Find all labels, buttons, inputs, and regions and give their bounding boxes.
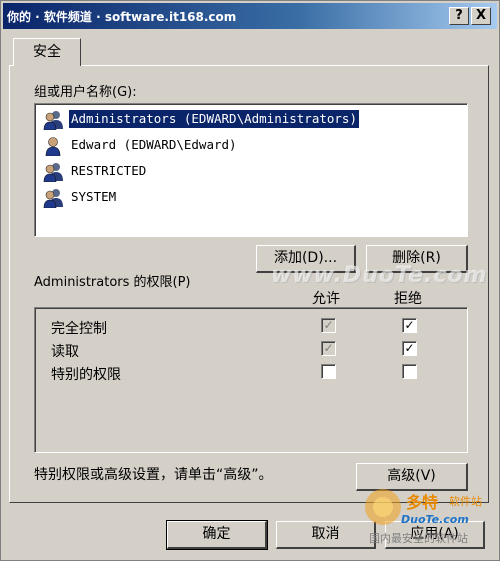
permission-name: 特别的权限 xyxy=(51,367,121,383)
window-title: 你的 · 软件频道 · software.it168.com xyxy=(7,10,237,24)
users-group-icon xyxy=(43,188,65,209)
permission-row-read: 读取 ✓ ✓ xyxy=(51,339,461,361)
list-item[interactable]: Administrators (EDWARD\Administrators) xyxy=(41,108,461,131)
deny-special-checkbox[interactable] xyxy=(402,364,417,379)
permissions-label: Administrators 的权限(P) xyxy=(34,275,191,290)
list-item[interactable]: RESTRICTED xyxy=(41,160,461,183)
logo-url: DuoTe.com xyxy=(401,513,469,526)
list-item[interactable]: SYSTEM xyxy=(41,186,461,209)
tab-security[interactable]: 安全 xyxy=(13,38,81,66)
help-button[interactable]: ? xyxy=(449,7,469,25)
permission-name: 完全控制 xyxy=(51,321,107,337)
allow-full-control-checkbox[interactable]: ✓ xyxy=(321,318,336,333)
allow-special-checkbox[interactable] xyxy=(321,364,336,379)
users-group-icon xyxy=(43,110,65,131)
permission-row-full-control: 完全控制 ✓ ✓ xyxy=(51,316,461,338)
list-item-label: Edward (EDWARD\Edward) xyxy=(71,137,237,152)
deny-column-header: 拒绝 xyxy=(394,291,422,307)
allow-read-checkbox[interactable]: ✓ xyxy=(321,341,336,356)
list-item-label: SYSTEM xyxy=(71,189,117,204)
list-item-label: RESTRICTED xyxy=(71,163,147,178)
user-icon xyxy=(43,136,65,157)
close-button[interactable]: X xyxy=(471,7,491,25)
ok-button[interactable]: 确定 xyxy=(166,520,268,550)
advanced-hint: 特别权限或高级设置，请单击“高级”。 xyxy=(34,467,273,483)
logo-tagline: 国内最安全的软件站 xyxy=(369,532,468,545)
logo-subtitle: 软件站 xyxy=(449,495,482,508)
title-bar[interactable]: 你的 · 软件频道 · software.it168.com ? X xyxy=(3,3,497,29)
allow-column-header: 允许 xyxy=(312,291,340,307)
group-user-listbox[interactable]: Administrators (EDWARD\Administrators) E… xyxy=(34,103,468,237)
groups-label: 组或用户名称(G): xyxy=(34,85,137,100)
list-item-label: Administrators (EDWARD\Administrators) xyxy=(69,110,359,128)
deny-read-checkbox[interactable]: ✓ xyxy=(402,341,417,356)
permissions-list: 完全控制 ✓ ✓ 读取 ✓ ✓ 特别的权限 xyxy=(34,307,468,453)
logo-name: 多特 xyxy=(406,493,439,512)
security-dialog: 你的 · 软件频道 · software.it168.com ? X 安全 组或… xyxy=(0,0,500,561)
users-group-icon xyxy=(43,162,65,183)
permission-name: 读取 xyxy=(51,344,79,360)
deny-full-control-checkbox[interactable]: ✓ xyxy=(402,318,417,333)
watermark-text: www.DuoTe.com xyxy=(271,263,488,288)
list-item[interactable]: Edward (EDWARD\Edward) xyxy=(41,134,461,157)
permission-row-special: 特别的权限 xyxy=(51,362,461,384)
